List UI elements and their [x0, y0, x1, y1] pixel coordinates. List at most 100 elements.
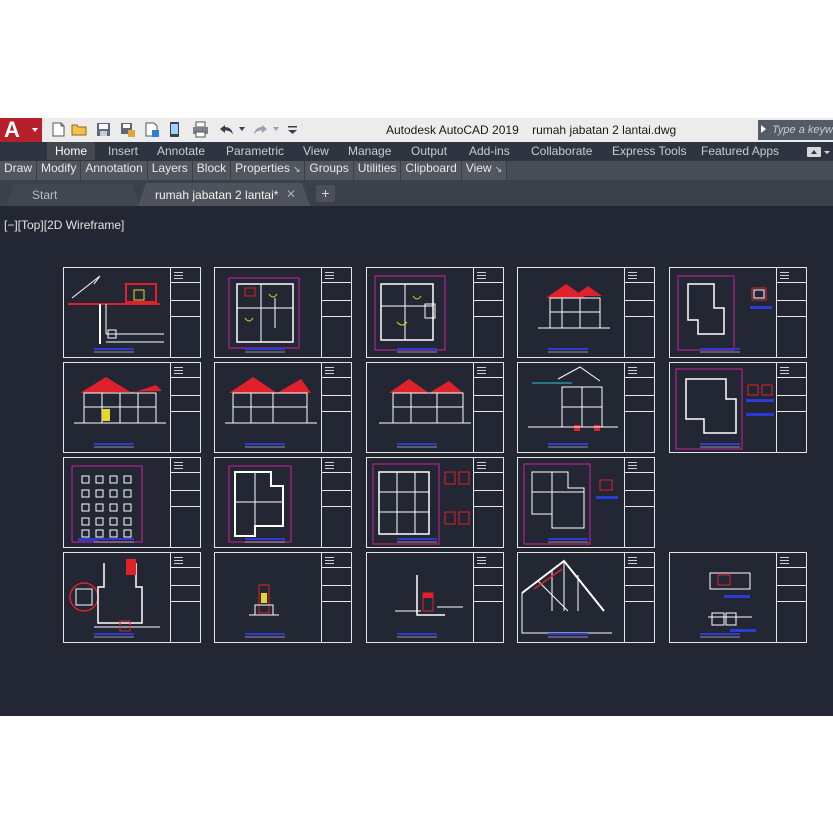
tab-view[interactable]: View — [303, 144, 329, 158]
drawing-content — [69, 559, 160, 638]
drawing-content — [68, 275, 164, 353]
customize-icon[interactable] — [284, 121, 301, 138]
title-block-row — [474, 490, 503, 491]
drawing-sheet-column-detail[interactable] — [214, 552, 352, 643]
panel-label: Block — [196, 161, 227, 175]
search-expand-icon[interactable] — [761, 125, 766, 133]
search-input[interactable] — [772, 122, 833, 138]
panel-modify[interactable]: Modify — [37, 161, 82, 180]
drawing-content — [677, 275, 772, 353]
autocad-window: A Autodesk AutoCAD 2019 rumah jabatan 2 … — [0, 118, 833, 716]
panel-view[interactable]: View ↘ — [462, 161, 508, 180]
undo-icon[interactable] — [218, 121, 235, 138]
application-menu-button[interactable]: A — [0, 118, 42, 142]
drawing-sheet-elevation-rear[interactable] — [366, 362, 504, 453]
title-block-text — [174, 278, 183, 279]
panel-label: Groups — [309, 161, 349, 175]
panel-block[interactable]: Block — [193, 161, 232, 180]
drawing-viewport[interactable]: [−][Top][2D Wireframe] — [0, 206, 833, 716]
title-block-text — [477, 367, 486, 368]
drawing-sheet-foundation-plan[interactable] — [63, 457, 201, 548]
drawing-sheet-front-elevation[interactable] — [517, 267, 655, 358]
title-block-row — [171, 316, 200, 317]
tab-insert[interactable]: Insert — [108, 144, 138, 158]
drawing-sheet-beam-plan[interactable] — [366, 457, 504, 548]
redo-icon[interactable] — [252, 121, 269, 138]
panel-launcher-icon[interactable]: ↘ — [495, 164, 503, 174]
panel-draw[interactable]: Draw — [0, 161, 38, 180]
tab-start[interactable]: Start — [6, 184, 140, 206]
drawing-content — [379, 379, 471, 448]
title-block-text — [174, 468, 183, 469]
title-block-row — [322, 585, 351, 586]
drawing-sheet-roof-plan[interactable] — [517, 457, 655, 548]
panel-properties[interactable]: Properties ↘ — [231, 161, 306, 180]
title-block-row — [171, 472, 200, 473]
title-block-row — [322, 316, 351, 317]
save-icon[interactable] — [95, 121, 112, 138]
title-block-text — [477, 272, 486, 273]
panel-clipboard[interactable]: Clipboard — [401, 161, 462, 180]
save-as-icon[interactable] — [119, 121, 136, 138]
viewport-controls[interactable]: [−][Top][2D Wireframe] — [4, 218, 124, 232]
ribbon-minimize-icon[interactable] — [806, 146, 832, 158]
tab-parametric[interactable]: Parametric — [226, 144, 284, 158]
title-block-text — [325, 367, 334, 368]
tab-manage[interactable]: Manage — [348, 144, 391, 158]
drawing-sheet-footing-detail[interactable] — [63, 552, 201, 643]
title-block-text — [628, 272, 637, 273]
panel-launcher-icon[interactable]: ↘ — [293, 164, 301, 174]
plot-icon[interactable] — [192, 121, 209, 138]
panel-utilities[interactable]: Utilities — [354, 161, 402, 180]
title-block-row — [777, 567, 806, 568]
panel-label: Draw — [4, 161, 33, 175]
search-box[interactable] — [758, 120, 833, 140]
title-block-text — [477, 560, 486, 561]
panel-groups[interactable]: Groups — [305, 161, 354, 180]
close-icon[interactable]: ✕ — [286, 187, 296, 201]
drawing-sheet-truss-detail[interactable] — [517, 552, 655, 643]
undo-dropdown-icon[interactable] — [239, 127, 245, 131]
tab-annotate[interactable]: Annotate — [157, 144, 205, 158]
title-block-text — [477, 465, 486, 466]
title-block-row — [625, 300, 654, 301]
tab-featured-apps[interactable]: Featured Apps — [701, 144, 779, 158]
document-tabs: Start rumah jabatan 2 lantai* ✕ + — [0, 180, 833, 206]
tab-home[interactable]: Home — [47, 142, 96, 160]
tab-collaborate[interactable]: Collaborate — [531, 144, 592, 158]
tab-drawing[interactable]: rumah jabatan 2 lantai* ✕ — [138, 183, 310, 206]
drawing-sheet-wall-detail[interactable] — [366, 552, 504, 643]
drawing-sheet-detail-plan[interactable] — [669, 267, 807, 358]
title-block-text — [325, 560, 334, 561]
new-tab-button[interactable]: + — [316, 185, 335, 202]
drawing-sheet-misc-detail[interactable] — [669, 552, 807, 643]
drawing-content — [74, 377, 166, 448]
save-to-web-icon[interactable] — [166, 121, 183, 138]
new-icon[interactable] — [50, 121, 67, 138]
drawing-sheet-detail-plan-2[interactable] — [669, 362, 807, 453]
title-block-text — [780, 272, 789, 273]
panel-layers[interactable]: Layers — [148, 161, 193, 180]
drawing-content — [228, 277, 300, 353]
drawing-content — [71, 465, 143, 543]
drawing-sheet-elevation-left[interactable] — [63, 362, 201, 453]
tab-output[interactable]: Output — [411, 144, 447, 158]
title-bar: A Autodesk AutoCAD 2019 rumah jabatan 2 … — [0, 118, 833, 142]
open-icon[interactable] — [71, 121, 88, 138]
quick-access-toolbar — [44, 118, 302, 142]
redo-dropdown-icon[interactable] — [273, 127, 279, 131]
panel-annotation[interactable]: Annotation — [81, 161, 148, 180]
tab-express-tools[interactable]: Express Tools — [612, 144, 686, 158]
tab-add-ins[interactable]: Add-ins — [469, 144, 510, 158]
drawing-sheet-elevation-right[interactable] — [214, 362, 352, 453]
drawing-content — [372, 463, 470, 545]
drawing-sheet-section[interactable] — [517, 362, 655, 453]
drawing-sheet-slab-plan[interactable] — [214, 457, 352, 548]
title-block-row — [474, 601, 503, 602]
drawing-sheet-site-plan[interactable] — [63, 267, 201, 358]
drawing-sheet-floor-plan-ground[interactable] — [214, 267, 352, 358]
drawing-sheet-floor-plan-upper[interactable] — [366, 267, 504, 358]
title-block-row — [171, 506, 200, 507]
open-from-web-icon[interactable] — [143, 121, 160, 138]
title-block-row — [474, 585, 503, 586]
